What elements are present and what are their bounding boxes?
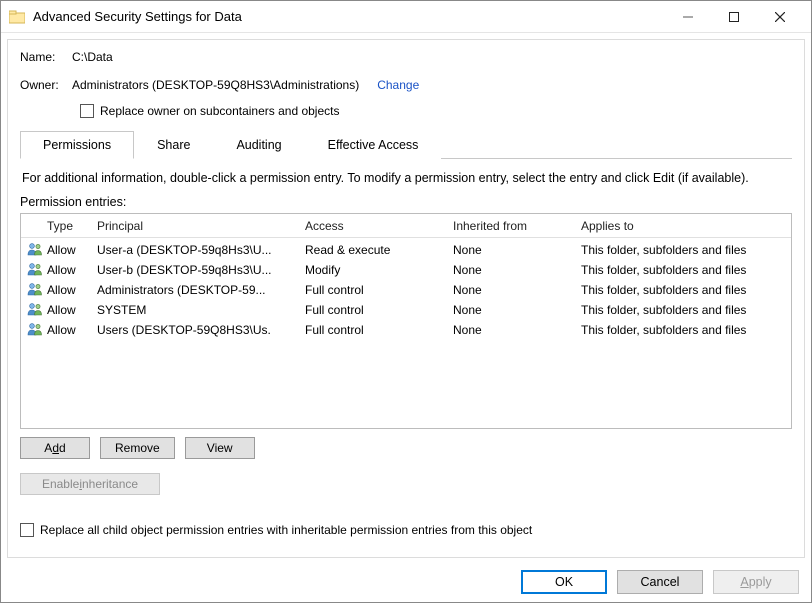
cell-principal: Users (DESKTOP-59Q8HS3\Us. xyxy=(91,323,299,337)
window-title: Advanced Security Settings for Data xyxy=(33,9,242,24)
content-panel: Name: C:\Data Owner: Administrators (DES… xyxy=(7,39,805,558)
replace-children-label: Replace all child object permission entr… xyxy=(40,523,532,537)
dialog-buttons: OK Cancel Apply xyxy=(1,564,811,602)
maximize-button[interactable] xyxy=(711,2,757,32)
permission-buttons: Add Remove View xyxy=(20,437,792,459)
name-label: Name: xyxy=(20,50,72,64)
replace-owner-row[interactable]: Replace owner on subcontainers and objec… xyxy=(80,104,792,118)
permission-entries-label: Permission entries: xyxy=(20,195,792,209)
cell-access: Full control xyxy=(299,303,447,317)
table-row[interactable]: AllowUser-b (DESKTOP-59q8Hs3\U...ModifyN… xyxy=(21,260,791,280)
info-text: For additional information, double-click… xyxy=(22,171,790,185)
cancel-button[interactable]: Cancel xyxy=(617,570,703,594)
permission-table[interactable]: Type Principal Access Inherited from App… xyxy=(20,213,792,429)
add-button[interactable]: Add xyxy=(20,437,90,459)
replace-owner-checkbox[interactable] xyxy=(80,104,94,118)
apply-button[interactable]: Apply xyxy=(713,570,799,594)
replace-children-row[interactable]: Replace all child object permission entr… xyxy=(20,523,792,537)
remove-button[interactable]: Remove xyxy=(100,437,175,459)
cell-type: Allow xyxy=(41,263,91,277)
ok-button[interactable]: OK xyxy=(521,570,607,594)
tab-share[interactable]: Share xyxy=(134,131,213,159)
cell-access: Read & execute xyxy=(299,243,447,257)
cell-principal: SYSTEM xyxy=(91,303,299,317)
close-button[interactable] xyxy=(757,2,803,32)
cell-applies: This folder, subfolders and files xyxy=(575,243,791,257)
cell-principal: User-b (DESKTOP-59q8Hs3\U... xyxy=(91,263,299,277)
tab-permissions[interactable]: Permissions xyxy=(20,131,134,159)
cell-applies: This folder, subfolders and files xyxy=(575,263,791,277)
cell-applies: This folder, subfolders and files xyxy=(575,303,791,317)
cell-type: Allow xyxy=(41,283,91,297)
table-header: Type Principal Access Inherited from App… xyxy=(21,214,791,238)
cell-inherited: None xyxy=(447,243,575,257)
cell-applies: This folder, subfolders and files xyxy=(575,323,791,337)
tabs: Permissions Share Auditing Effective Acc… xyxy=(20,130,792,159)
cell-principal: Administrators (DESKTOP-59... xyxy=(91,283,299,297)
cell-inherited: None xyxy=(447,303,575,317)
table-row[interactable]: AllowAdministrators (DESKTOP-59...Full c… xyxy=(21,280,791,300)
col-principal[interactable]: Principal xyxy=(91,219,299,233)
cell-inherited: None xyxy=(447,323,575,337)
table-row[interactable]: AllowUser-a (DESKTOP-59q8Hs3\U...Read & … xyxy=(21,240,791,260)
security-settings-window: Advanced Security Settings for Data Name… xyxy=(0,0,812,603)
tab-effective-access[interactable]: Effective Access xyxy=(305,131,442,159)
titlebar: Advanced Security Settings for Data xyxy=(1,1,811,33)
cell-access: Full control xyxy=(299,323,447,337)
col-inherited[interactable]: Inherited from xyxy=(447,219,575,233)
cell-access: Full control xyxy=(299,283,447,297)
cell-type: Allow xyxy=(41,243,91,257)
minimize-button[interactable] xyxy=(665,2,711,32)
owner-value: Administrators (DESKTOP-59Q8HS3\Administ… xyxy=(72,78,359,92)
name-row: Name: C:\Data xyxy=(20,50,792,64)
cell-principal: User-a (DESKTOP-59q8Hs3\U... xyxy=(91,243,299,257)
table-row[interactable]: AllowSYSTEMFull controlNoneThis folder, … xyxy=(21,300,791,320)
col-access[interactable]: Access xyxy=(299,219,447,233)
col-type[interactable]: Type xyxy=(41,219,91,233)
replace-children-checkbox[interactable] xyxy=(20,523,34,537)
view-button[interactable]: View xyxy=(185,437,255,459)
enable-inheritance-button[interactable]: Enable inheritance xyxy=(20,473,160,495)
owner-label: Owner: xyxy=(20,78,72,92)
tab-auditing[interactable]: Auditing xyxy=(213,131,304,159)
cell-type: Allow xyxy=(41,323,91,337)
cell-applies: This folder, subfolders and files xyxy=(575,283,791,297)
change-owner-link[interactable]: Change xyxy=(377,78,419,92)
name-value: C:\Data xyxy=(72,50,113,64)
col-applies[interactable]: Applies to xyxy=(575,219,791,233)
table-body: AllowUser-a (DESKTOP-59q8Hs3\U...Read & … xyxy=(21,240,791,340)
folder-icon xyxy=(9,9,25,25)
replace-owner-label: Replace owner on subcontainers and objec… xyxy=(100,104,339,118)
table-row[interactable]: AllowUsers (DESKTOP-59Q8HS3\Us.Full cont… xyxy=(21,320,791,340)
cell-access: Modify xyxy=(299,263,447,277)
cell-inherited: None xyxy=(447,283,575,297)
cell-type: Allow xyxy=(41,303,91,317)
owner-row: Owner: Administrators (DESKTOP-59Q8HS3\A… xyxy=(20,78,792,92)
cell-inherited: None xyxy=(447,263,575,277)
